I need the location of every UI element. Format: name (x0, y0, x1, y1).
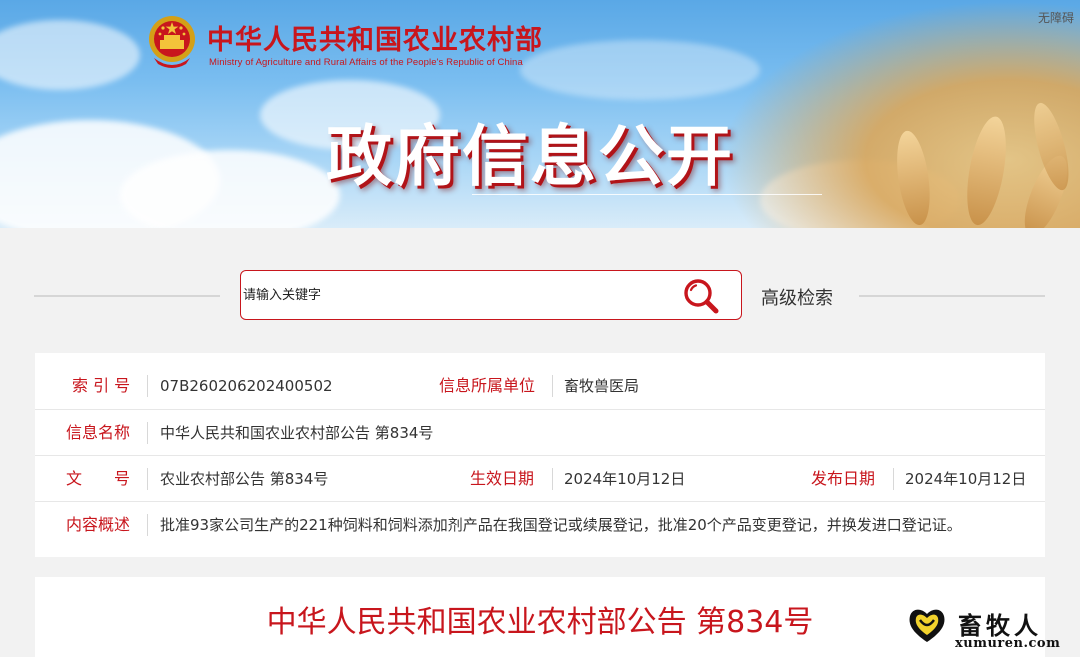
article-panel: 中华人民共和国农业农村部公告 第834号 (35, 577, 1045, 657)
search-input[interactable] (243, 271, 663, 319)
watermark-logo-icon (909, 609, 945, 642)
watermark-domain: xumuren.com (955, 636, 1061, 651)
accessibility-link[interactable]: 无障碍 (1038, 9, 1074, 26)
search-icon[interactable] (682, 277, 720, 315)
info-row-summary: 内容概述 批准93家公司生产的221种饲料和饲料添加剂产品在我国登记或续展登记，… (35, 501, 1045, 548)
column-separator (147, 514, 148, 536)
banner-divider (472, 194, 822, 195)
name-value: 中华人民共和国农业农村部公告 第834号 (160, 424, 434, 442)
effective-date-label: 生效日期 (470, 469, 535, 488)
docno-label: 文 号 (66, 469, 131, 488)
publish-date-label: 发布日期 (811, 469, 876, 488)
column-separator (552, 468, 553, 490)
unit-value: 畜牧兽医局 (564, 377, 640, 395)
summary-label: 内容概述 (66, 515, 131, 534)
info-row-index: 索 引 号 07B260206202400502 信息所属单位 畜牧兽医局 (35, 363, 1045, 409)
header-banner: 中华人民共和国农业农村部 Ministry of Agriculture and… (0, 0, 1080, 228)
column-separator (893, 468, 894, 490)
index-value: 07B260206202400502 (160, 377, 333, 395)
column-separator (147, 468, 148, 490)
banner-title: 政府信息公开 (326, 118, 734, 195)
index-label: 索 引 号 (72, 376, 131, 395)
info-row-name: 信息名称 中华人民共和国农业农村部公告 第834号 (35, 409, 1045, 456)
national-emblem-icon (149, 16, 195, 68)
site-logo-title[interactable]: 中华人民共和国农业农村部 (207, 18, 543, 57)
effective-date-value: 2024年10月12日 (564, 470, 686, 488)
info-row-docno: 文 号 农业农村部公告 第834号 生效日期 2024年10月12日 发布日期 … (35, 455, 1045, 502)
column-separator (147, 422, 148, 444)
publish-date-value: 2024年10月12日 (905, 470, 1027, 488)
summary-value: 批准93家公司生产的221种饲料和饲料添加剂产品在我国登记或续展登记，批准20个… (160, 516, 962, 534)
site-logo-subtitle[interactable]: Ministry of Agriculture and Rural Affair… (209, 57, 523, 68)
docno-value: 农业农村部公告 第834号 (160, 470, 329, 488)
column-separator (552, 375, 553, 397)
column-separator (147, 375, 148, 397)
search-box[interactable] (240, 270, 742, 320)
name-label: 信息名称 (66, 423, 131, 442)
unit-label: 信息所属单位 (439, 376, 536, 395)
divider-right (859, 295, 1045, 297)
article-title: 中华人民共和国农业农村部公告 第834号 (266, 605, 814, 640)
advanced-search-link[interactable]: 高级检索 (761, 284, 833, 310)
info-table: 索 引 号 07B260206202400502 信息所属单位 畜牧兽医局 信息… (35, 353, 1045, 557)
divider-left (34, 295, 220, 297)
